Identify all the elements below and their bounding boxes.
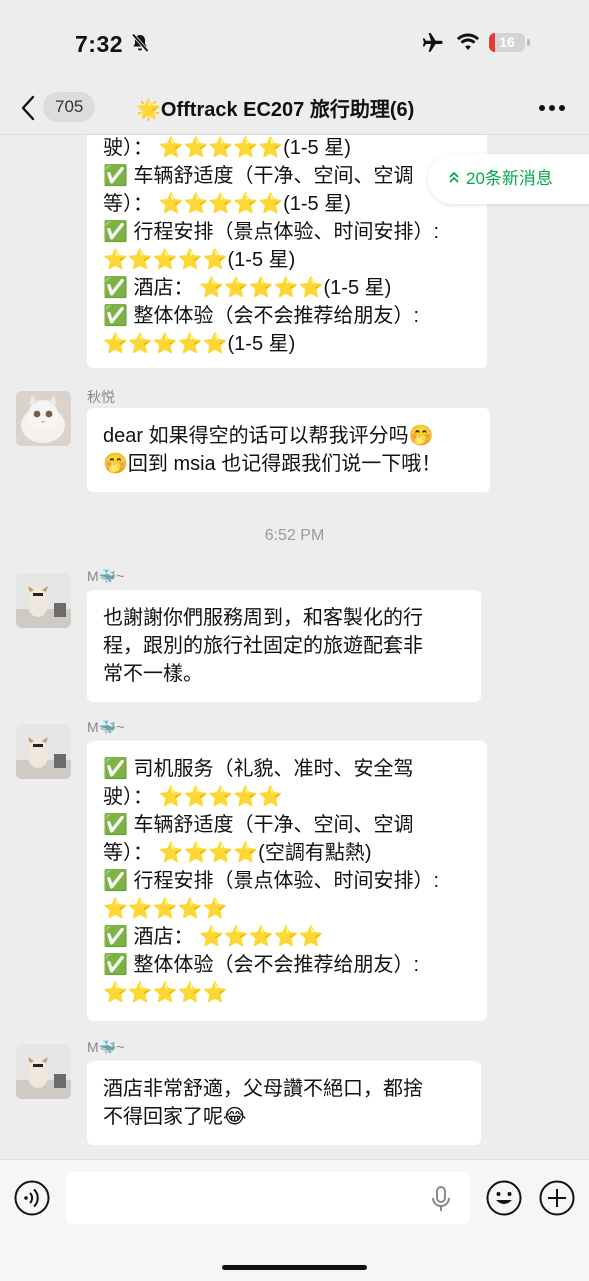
message-line: ✅ 酒店： ⭐⭐⭐⭐⭐	[103, 926, 324, 948]
avatar[interactable]	[16, 1044, 71, 1099]
message-line: ✅ 司机服务（礼貌、准时、安全驾	[103, 758, 414, 780]
double-chevron-up-icon	[448, 154, 460, 204]
sender-name: M🐳~	[87, 1039, 125, 1055]
message-line: ✅ 酒店： ⭐⭐⭐⭐⭐(1-5 星)	[103, 277, 392, 299]
input-bar	[0, 1159, 589, 1281]
home-indicator[interactable]	[222, 1265, 367, 1270]
wifi-icon	[456, 33, 480, 50]
message-line: ✅ 车辆舒适度（干净、空间、空调	[103, 814, 414, 836]
sender-name: 秋悦	[87, 389, 115, 405]
status-bar: 7:32 16	[0, 0, 589, 86]
message-line: ✅ 行程安排（景点体验、时间安排）:	[103, 221, 440, 243]
message-line: 等）： ⭐⭐⭐⭐⭐(1-5 星)	[103, 193, 351, 215]
avatar[interactable]	[16, 724, 71, 779]
avatar[interactable]	[16, 573, 71, 628]
message-line: 也謝謝你們服務周到，和客製化的行	[103, 607, 423, 629]
message-line: ⭐⭐⭐⭐⭐(1-5 星)	[103, 249, 296, 271]
dog-avatar-icon	[16, 724, 71, 779]
message-line: 🤭回到 msia 也记得跟我们说一下哦！	[103, 453, 442, 475]
status-time: 7:32	[75, 31, 124, 57]
chat-title[interactable]: 🌟Offtrack EC207 旅行助理(6)	[136, 93, 414, 122]
message-line: 不得回家了呢😂	[103, 1106, 247, 1128]
message-bubble[interactable]: 驶）： ⭐⭐⭐⭐⭐(1-5 星) ✅ 车辆舒适度（干净、空间、空调 等）： ⭐⭐…	[87, 135, 487, 368]
message-line: 驶）： ⭐⭐⭐⭐⭐(1-5 星)	[103, 137, 351, 159]
message-line: 驶）： ⭐⭐⭐⭐⭐	[103, 786, 284, 808]
airplane-icon	[422, 33, 443, 52]
message-line: 等）： ⭐⭐⭐⭐(空調有點熱)	[103, 842, 372, 864]
message-bubble[interactable]: ✅ 司机服务（礼貌、准时、安全驾 驶）： ⭐⭐⭐⭐⭐ ✅ 车辆舒适度（干净、空间…	[87, 741, 487, 1021]
battery-icon: 16	[489, 33, 525, 52]
message-line: 程，跟別的旅行社固定的旅遊配套非	[103, 635, 423, 657]
message-line: ✅ 整体体验（会不会推荐给朋友）:	[103, 954, 420, 976]
bell-off-icon	[131, 33, 149, 53]
chevron-left-icon[interactable]	[18, 93, 38, 123]
more-dots-icon[interactable]	[538, 104, 566, 112]
message-line: 酒店非常舒適，父母讚不絕口，都捨	[103, 1078, 423, 1100]
message-input[interactable]	[66, 1172, 470, 1224]
sender-name: M🐳~	[87, 568, 125, 584]
plus-icon[interactable]	[538, 1179, 576, 1217]
message-line: ⭐⭐⭐⭐⭐	[103, 898, 228, 920]
emoji-icon[interactable]	[485, 1179, 523, 1217]
timestamp: 6:52 PM	[264, 527, 325, 544]
message-bubble[interactable]: 酒店非常舒適，父母讚不絕口，都捨 不得回家了呢😂	[87, 1061, 481, 1145]
message-line: ✅ 行程安排（景点体验、时间安排）:	[103, 870, 440, 892]
cat-avatar-icon	[16, 391, 71, 446]
new-messages-button[interactable]: 20条新消息	[428, 154, 589, 204]
mic-icon[interactable]	[431, 1186, 451, 1212]
unread-count-badge[interactable]: 705	[43, 92, 96, 122]
dog-avatar-icon	[16, 573, 71, 628]
message-line: ✅ 车辆舒适度（干净、空间、空调	[103, 165, 414, 187]
message-line: ✅ 整体体验（会不会推荐给朋友）:	[103, 305, 420, 327]
avatar[interactable]	[16, 391, 71, 446]
new-messages-label: 20条新消息	[466, 169, 553, 188]
message-bubble[interactable]: dear 如果得空的话可以帮我评分吗🤭 🤭回到 msia 也记得跟我们说一下哦！	[87, 408, 490, 492]
chat-header: 705 🌟Offtrack EC207 旅行助理(6)	[0, 86, 589, 135]
sender-name: M🐳~	[87, 719, 125, 735]
dog-avatar-icon	[16, 1044, 71, 1099]
battery-percent: 16	[499, 34, 515, 50]
message-line: ⭐⭐⭐⭐⭐(1-5 星)	[103, 333, 296, 355]
voice-icon[interactable]	[13, 1179, 51, 1217]
message-line: 常不一樣。	[103, 663, 203, 685]
message-bubble[interactable]: 也謝謝你們服務周到，和客製化的行 程，跟別的旅行社固定的旅遊配套非 常不一樣。	[87, 590, 481, 702]
battery-tip	[527, 39, 530, 46]
message-line: dear 如果得空的话可以帮我评分吗🤭	[103, 425, 434, 447]
message-list[interactable]: 驶）： ⭐⭐⭐⭐⭐(1-5 星) ✅ 车辆舒适度（干净、空间、空调 等）： ⭐⭐…	[0, 135, 589, 1159]
message-line: ⭐⭐⭐⭐⭐	[103, 982, 228, 1004]
